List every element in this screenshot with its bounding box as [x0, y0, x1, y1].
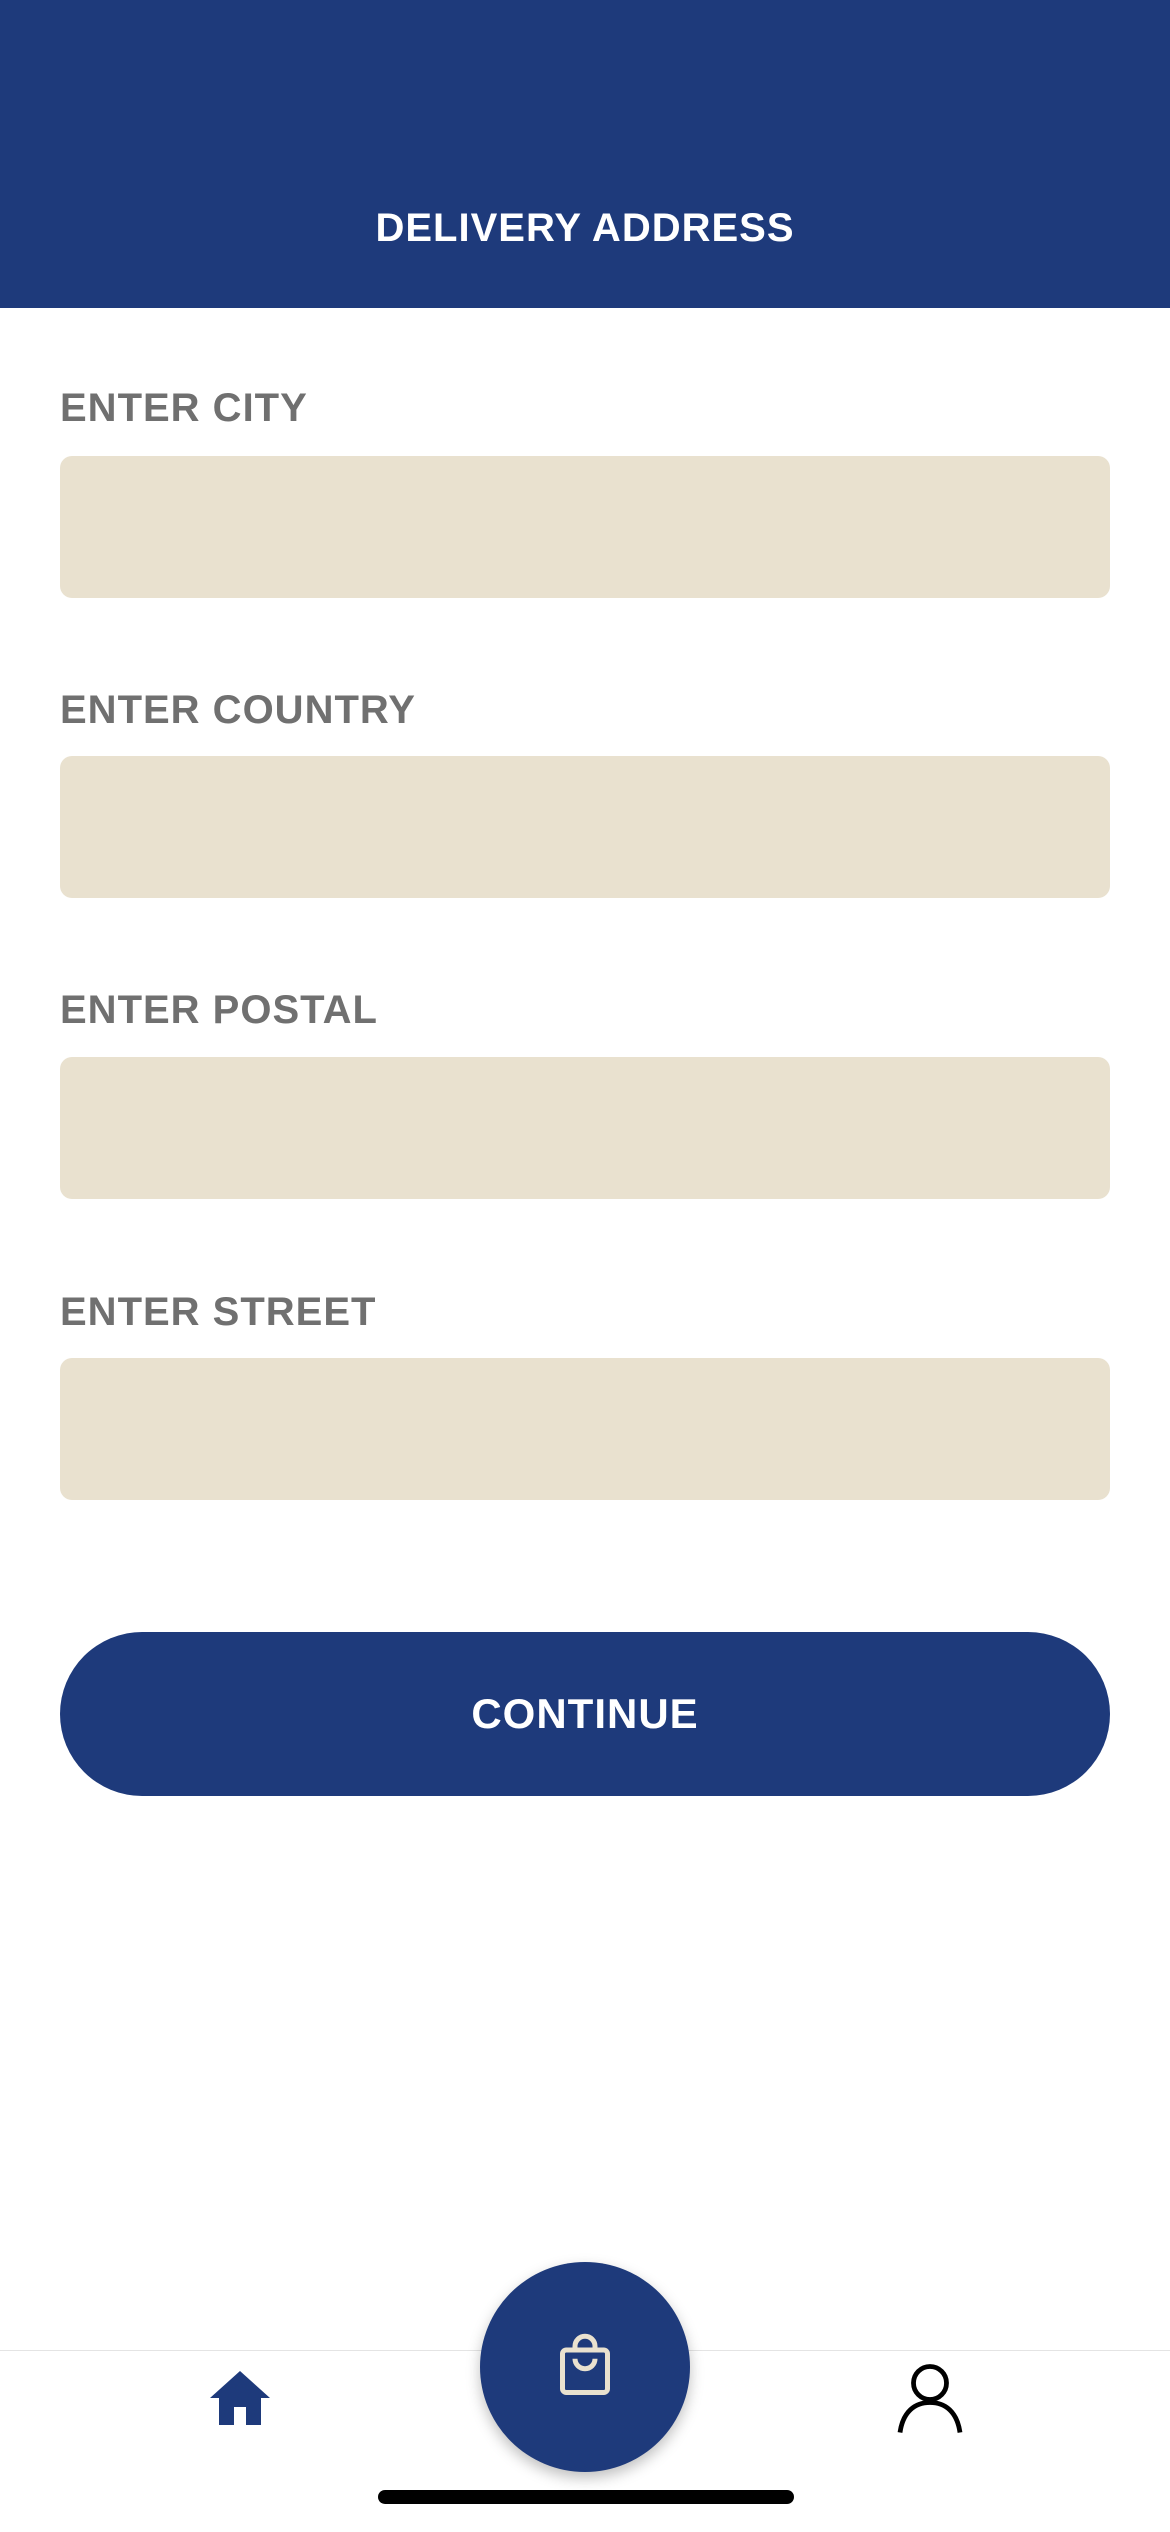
postal-input[interactable]	[60, 1057, 1110, 1199]
tab-home[interactable]	[204, 2362, 276, 2434]
home-indicator	[378, 2490, 794, 2504]
home-icon	[210, 2371, 270, 2425]
page-title: DELIVERY ADDRESS	[375, 206, 795, 250]
street-input[interactable]	[60, 1358, 1110, 1500]
city-label: ENTER CITY	[60, 386, 308, 430]
shopping-bag-icon	[560, 2333, 610, 2395]
country-label: ENTER COUNTRY	[60, 688, 416, 732]
city-input[interactable]	[60, 456, 1110, 598]
continue-button[interactable]: CONTINUE	[60, 1632, 1110, 1796]
tab-profile[interactable]	[894, 2360, 966, 2436]
cart-button[interactable]	[480, 2262, 690, 2472]
user-icon	[897, 2364, 963, 2433]
delivery-address-screen: DELIVERY ADDRESS ENTER CITY ENTER COUNTR…	[0, 0, 1170, 2532]
postal-label: ENTER POSTAL	[60, 988, 378, 1032]
street-label: ENTER STREET	[60, 1290, 377, 1334]
country-input[interactable]	[60, 756, 1110, 898]
app-header: DELIVERY ADDRESS	[0, 0, 1170, 308]
